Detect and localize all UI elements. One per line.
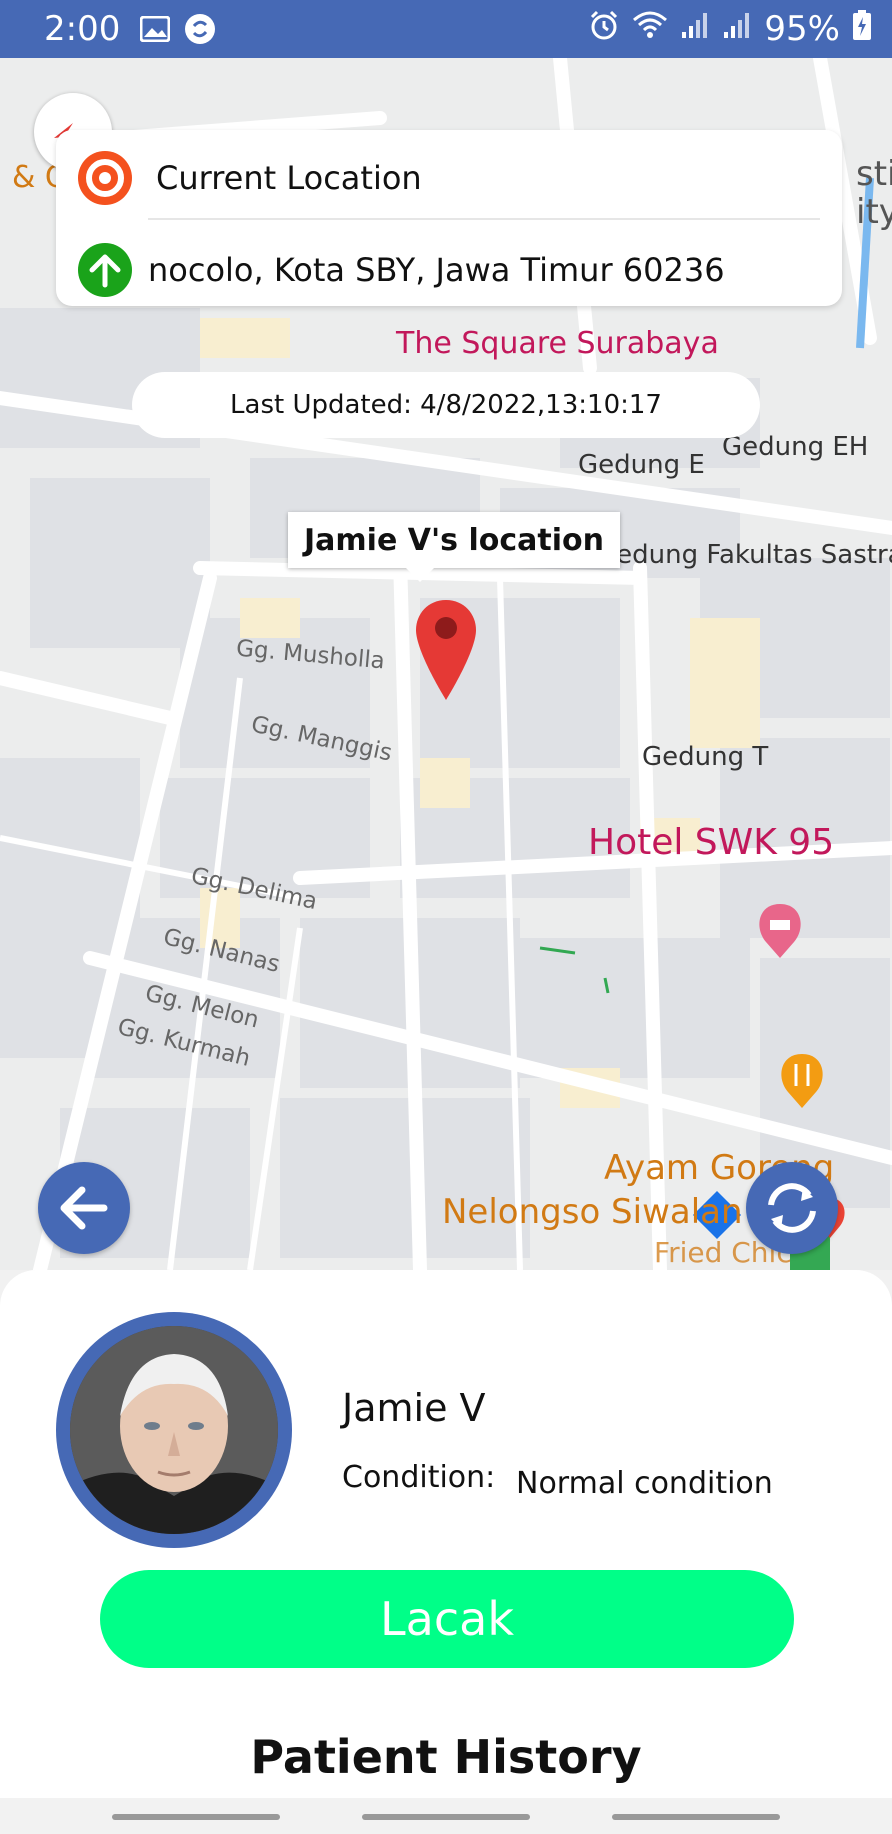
divider (148, 218, 820, 220)
nav-recent-handle[interactable] (112, 1814, 280, 1820)
battery-percent: 95% (764, 9, 840, 49)
map-label-building: Gedung EH (722, 432, 869, 462)
refresh-button[interactable] (746, 1162, 838, 1254)
back-button[interactable] (38, 1162, 130, 1254)
marker-info-window[interactable]: Jamie V's location (288, 512, 620, 582)
refresh-icon (768, 1183, 816, 1233)
map-label-hotel[interactable]: Hotel SWK 95 (588, 822, 834, 863)
arrow-up-icon (78, 243, 132, 297)
origin-icon (78, 151, 132, 205)
destination-text: nocolo, Kota SBY, Jawa Timur 60236 (148, 251, 725, 289)
status-time: 2:00 (44, 9, 121, 49)
condition-value: Normal condition (516, 1466, 773, 1501)
nav-back-handle[interactable] (612, 1814, 780, 1820)
map-label-building: Gedung E (578, 450, 705, 480)
destination-row[interactable]: nocolo, Kota SBY, Jawa Timur 60236 (78, 240, 725, 300)
condition-label: Condition: (342, 1460, 496, 1495)
origin-row[interactable]: Current Location (78, 148, 422, 208)
patient-name: Jamie V (342, 1386, 486, 1430)
image-icon (140, 16, 171, 42)
map-label-edge: ity (856, 192, 892, 232)
last-updated-text: Last Updated: 4/8/2022,13:10:17 (230, 390, 662, 420)
origin-text: Current Location (156, 159, 422, 197)
map-label-restaurant[interactable]: Nelongso Siwalan (442, 1192, 743, 1232)
track-button[interactable]: Lacak (100, 1570, 794, 1668)
sync-app-icon (184, 13, 216, 45)
signal-icon (722, 9, 752, 49)
last-updated-badge: Last Updated: 4/8/2022,13:10:17 (132, 372, 760, 438)
signal-icon (680, 9, 710, 49)
map-label-edge: sti (856, 154, 892, 194)
marker-title: Jamie V's location (304, 522, 604, 558)
battery-charging-icon (852, 9, 872, 50)
system-nav-bar (0, 1798, 892, 1834)
patient-sheet: Jamie V Condition: Normal condition Laca… (0, 1270, 892, 1834)
nav-home-handle[interactable] (362, 1814, 530, 1820)
map-label-building: Gedung T (642, 742, 769, 772)
alarm-icon (588, 9, 620, 50)
map-label-building: Gedung Fakultas Sastra (596, 540, 892, 570)
section-title: Patient History (250, 1730, 642, 1784)
avatar (56, 1312, 292, 1548)
patient-photo (70, 1326, 278, 1534)
wifi-icon (632, 9, 668, 49)
status-bar: 2:00 95% (0, 0, 892, 58)
map-label-poi[interactable]: The Square Surabaya (396, 326, 719, 361)
arrow-left-icon (60, 1186, 108, 1230)
route-card: Current Location nocolo, Kota SBY, Jawa … (56, 130, 842, 306)
location-pin-icon[interactable] (414, 598, 478, 702)
